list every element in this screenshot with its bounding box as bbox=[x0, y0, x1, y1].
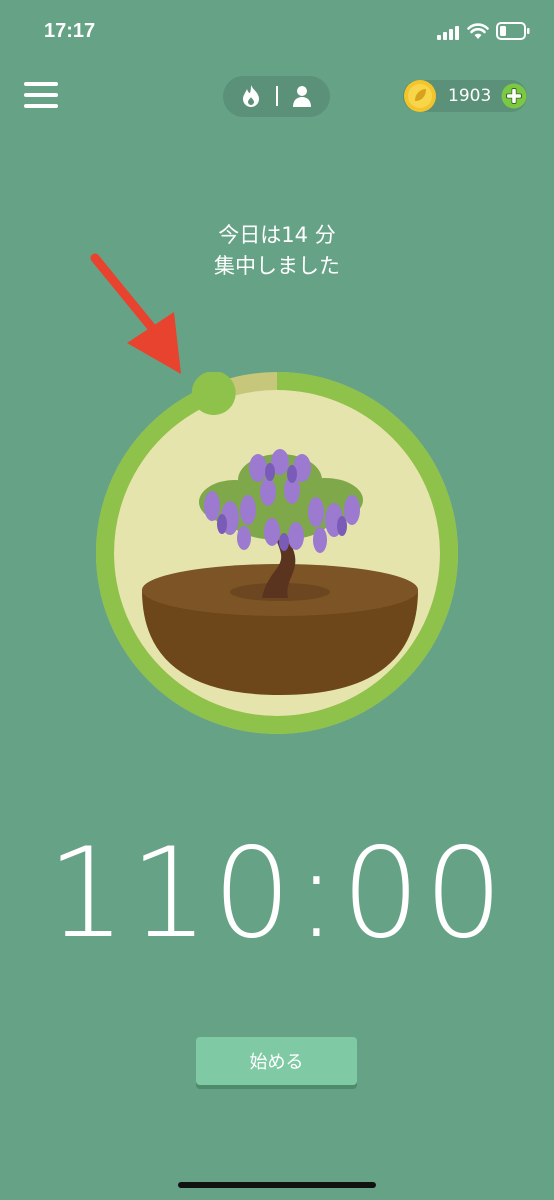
hamburger-icon bbox=[24, 82, 58, 86]
home-indicator bbox=[178, 1182, 376, 1188]
coin-balance: 1903 bbox=[403, 80, 527, 112]
timer-drag-handle[interactable] bbox=[191, 372, 236, 416]
mode-toggle[interactable] bbox=[223, 76, 330, 117]
timer-display: 110:00 bbox=[46, 822, 508, 966]
status-bar: 17:17 bbox=[0, 0, 554, 66]
coin-count: 1903 bbox=[448, 86, 492, 106]
toggle-divider bbox=[276, 86, 278, 106]
wisteria-tree-illustration bbox=[142, 449, 418, 695]
status-time: 17:17 bbox=[44, 20, 96, 42]
today-focus-message: 今日は14 分 集中しました bbox=[0, 220, 554, 282]
flame-icon[interactable] bbox=[241, 84, 261, 108]
coin-icon bbox=[404, 80, 436, 112]
cellular-signal-icon bbox=[437, 26, 459, 40]
menu-button[interactable] bbox=[24, 82, 58, 110]
battery-icon bbox=[496, 22, 530, 40]
today-focus-caption: 集中しました bbox=[214, 254, 340, 278]
add-coins-button[interactable] bbox=[501, 83, 527, 109]
person-icon[interactable] bbox=[292, 85, 312, 107]
today-focus-minutes: 今日は14 分 bbox=[218, 223, 336, 247]
annotation-arrow bbox=[90, 253, 181, 374]
start-button[interactable]: 始める bbox=[196, 1037, 357, 1085]
wifi-icon bbox=[467, 23, 489, 39]
